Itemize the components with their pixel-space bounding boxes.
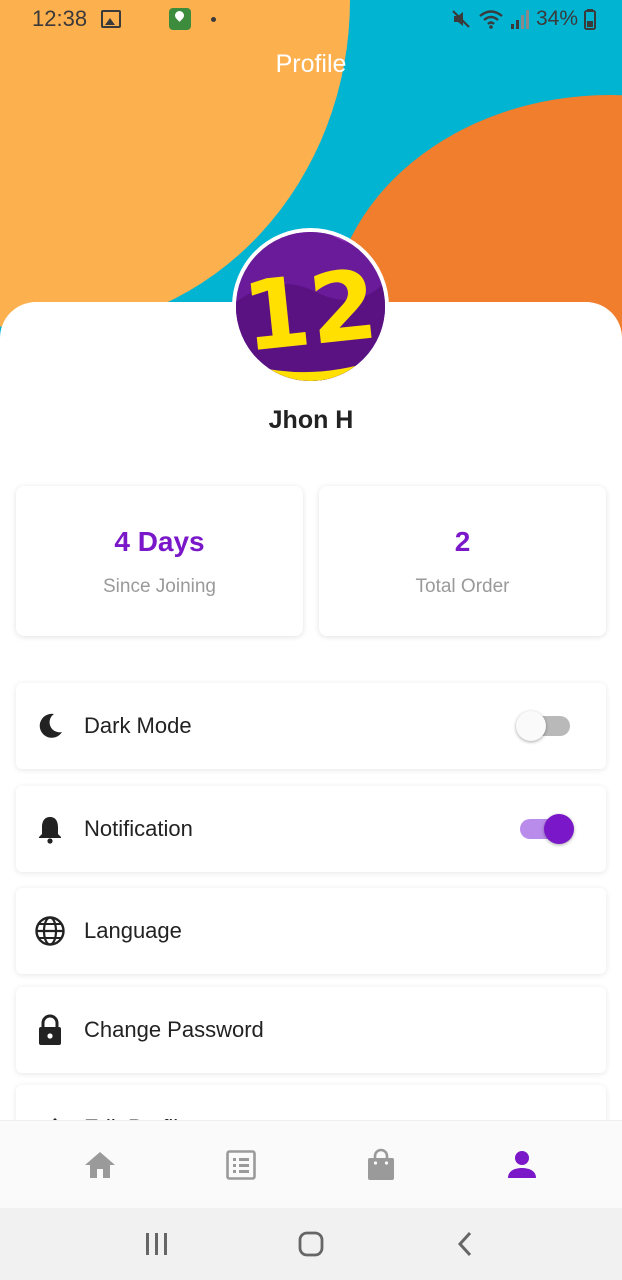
status-right: 34% — [450, 7, 596, 31]
avatar-logo-image: 12 — [236, 232, 385, 381]
user-name: Jhon H — [268, 406, 354, 434]
setting-label: Dark Mode — [84, 713, 192, 738]
setting-row-change-password[interactable]: Change Password — [16, 987, 606, 1073]
setting-label: Language — [84, 918, 182, 943]
back-button[interactable] — [445, 1224, 485, 1264]
nav-profile[interactable] — [492, 1135, 552, 1195]
setting-label: Change Password — [84, 1017, 264, 1042]
recent-apps-button[interactable] — [137, 1224, 177, 1264]
notification-icons — [101, 8, 217, 30]
setting-row-language[interactable]: Language — [16, 888, 606, 974]
list-icon — [225, 1149, 256, 1180]
dark-mode-toggle[interactable] — [516, 711, 572, 741]
notification-toggle[interactable] — [516, 814, 574, 844]
avatar[interactable]: 12 — [232, 228, 389, 385]
page-title: Profile — [275, 50, 347, 78]
stat-value: 2 — [454, 526, 471, 557]
setting-label: Notification — [84, 816, 193, 841]
setting-row-notification[interactable]: Notification — [16, 786, 606, 872]
nav-home[interactable] — [70, 1135, 130, 1195]
battery-percent: 34% — [535, 7, 578, 30]
profile-screen: 12:38 34% Profile 12 Jhon H 4 Days Since… — [0, 0, 622, 1280]
back-chevron-icon — [457, 1231, 472, 1257]
nav-cart[interactable] — [351, 1135, 411, 1195]
bottom-navigation — [0, 1120, 622, 1208]
avatar-logo: 12 — [236, 232, 385, 381]
setting-row-dark-mode[interactable]: Dark Mode — [16, 683, 606, 769]
lock-icon — [34, 1014, 66, 1046]
avatar-text: 12 — [238, 248, 383, 373]
mute-icon — [452, 10, 470, 28]
toggle-thumb — [544, 814, 574, 844]
battery-icon — [584, 9, 596, 30]
wifi-icon — [479, 10, 503, 29]
maps-notification-icon — [169, 8, 192, 30]
more-notifications-dot-icon — [211, 16, 217, 22]
stat-card-orders[interactable]: 2 Total Order — [319, 486, 606, 636]
stat-value: 4 Days — [114, 526, 205, 557]
nav-orders[interactable] — [211, 1135, 271, 1195]
home-system-button[interactable] — [291, 1224, 331, 1264]
shopping-bag-icon — [368, 1148, 395, 1180]
stat-label: Since Joining — [102, 576, 217, 597]
gallery-notification-icon — [101, 10, 122, 28]
toggle-thumb — [516, 711, 546, 741]
stat-label: Total Order — [415, 576, 510, 597]
globe-icon — [34, 915, 66, 947]
moon-icon — [34, 710, 66, 742]
status-time: 12:38 — [32, 6, 88, 31]
stat-card-days: 4 Days Since Joining — [16, 486, 303, 636]
status-bar: 12:38 34% — [0, 0, 622, 38]
home-icon — [85, 1151, 116, 1178]
system-navigation-bar — [0, 1208, 622, 1280]
bell-icon — [34, 813, 66, 845]
person-icon — [507, 1150, 536, 1178]
signal-icon — [510, 10, 529, 29]
home-circle-icon — [298, 1231, 324, 1257]
recent-apps-icon — [146, 1233, 167, 1255]
